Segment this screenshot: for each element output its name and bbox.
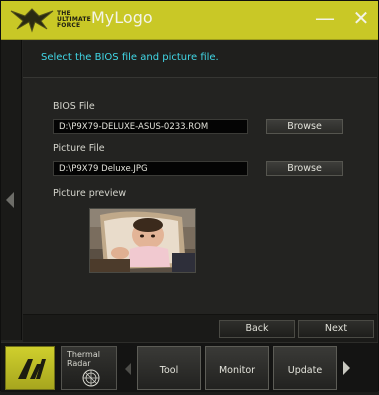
title-bar[interactable]: THE ULTIMATE FORCE MyLogo — ✕ [1, 1, 378, 40]
picture-file-label: Picture File [53, 143, 105, 154]
brand-text: THE ULTIMATE FORCE [57, 11, 91, 29]
left-arrow-icon[interactable] [6, 192, 14, 208]
bottom-dock: Thermal Radar Tool Monitor Update [1, 342, 378, 392]
back-button[interactable]: Back [219, 320, 295, 338]
divider [23, 77, 377, 78]
right-arrow-icon[interactable] [343, 361, 350, 375]
thermal-radar-button[interactable]: Thermal Radar [61, 346, 117, 390]
bios-browse-button[interactable]: Browse [266, 119, 343, 134]
main-panel: Select the BIOS file and picture file. B… [23, 41, 377, 341]
bios-file-label: BIOS File [53, 101, 95, 112]
tab-monitor[interactable]: Monitor [205, 346, 269, 390]
thermal-radar-label: Thermal Radar [67, 350, 100, 368]
tab-tool[interactable]: Tool [137, 346, 201, 390]
picture-preview-image [89, 208, 196, 273]
bios-file-field[interactable]: D:\P9X79-DELUXE-ASUS-0233.ROM [53, 119, 248, 134]
radar-icon [82, 369, 100, 387]
brand-line: FORCE [57, 22, 81, 29]
minimize-icon[interactable]: — [314, 6, 336, 30]
instruction-bar: Select the BIOS file and picture file. [23, 41, 377, 78]
ai-suite-button[interactable] [5, 346, 55, 390]
picture-preview-label: Picture preview [53, 188, 127, 199]
left-rail [1, 40, 22, 340]
wizard-action-bar: Back Next [23, 314, 377, 342]
tuf-logo-icon [10, 8, 54, 33]
picture-browse-button[interactable]: Browse [266, 161, 343, 176]
tab-update[interactable]: Update [273, 346, 337, 390]
preview-photo [90, 209, 195, 272]
dock-scroll-left-icon[interactable] [125, 363, 131, 375]
close-icon[interactable]: ✕ [350, 6, 372, 30]
ai-suite-icon [18, 359, 46, 379]
picture-file-field[interactable]: D:\P9X79 Deluxe.JPG [53, 161, 248, 176]
window-title: MyLogo [91, 8, 153, 27]
next-button[interactable]: Next [298, 320, 374, 338]
mylogo-window: THE ULTIMATE FORCE MyLogo — ✕ Select the… [0, 0, 379, 392]
instruction-text: Select the BIOS file and picture file. [41, 52, 219, 63]
